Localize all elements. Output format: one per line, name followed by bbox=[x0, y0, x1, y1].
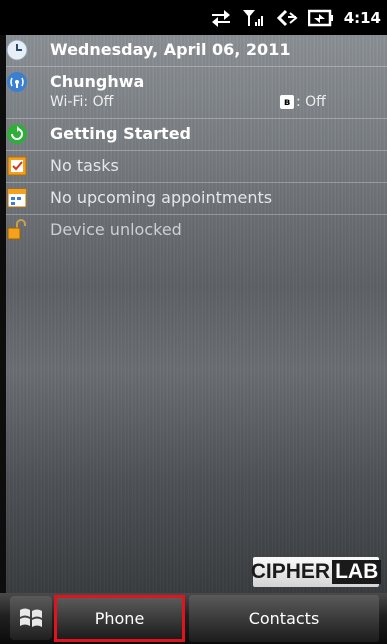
start-button[interactable] bbox=[10, 596, 52, 640]
getting-started-row[interactable]: Getting Started bbox=[6, 119, 387, 151]
signal-icon[interactable] bbox=[242, 6, 266, 30]
wireless-icon bbox=[6, 71, 28, 93]
cipherlab-logo: CIPHER LAB bbox=[250, 557, 382, 587]
lock-row[interactable]: Device unlocked bbox=[6, 215, 387, 247]
bluetooth-icon: ʙ bbox=[280, 95, 294, 109]
contacts-softkey[interactable]: Contacts bbox=[189, 595, 379, 642]
status-time[interactable]: 4:14 bbox=[344, 9, 381, 27]
soft-key-bar: Phone Contacts bbox=[0, 593, 387, 644]
bluetooth-status: ʙ : Off bbox=[280, 94, 326, 110]
clock-icon bbox=[6, 39, 28, 61]
phone-softkey[interactable]: Phone bbox=[54, 595, 185, 642]
carrier-row[interactable]: Chunghwa Wi-Fi: Off ʙ : Off bbox=[6, 67, 387, 119]
carrier-name: Chunghwa bbox=[50, 72, 145, 91]
unlocked-padlock-icon bbox=[6, 219, 28, 241]
windows-logo-icon bbox=[20, 608, 42, 627]
today-screen: Wednesday, April 06, 2011 Chunghwa Wi-Fi… bbox=[6, 35, 387, 593]
logo-part1: CIPHER bbox=[250, 560, 331, 583]
bluetooth-status-text: : Off bbox=[296, 94, 326, 110]
tasks-row[interactable]: No tasks bbox=[6, 151, 387, 183]
appointments-row[interactable]: No upcoming appointments bbox=[6, 183, 387, 215]
appointments-label: No upcoming appointments bbox=[50, 188, 273, 207]
calendar-icon bbox=[6, 187, 28, 209]
tasks-icon bbox=[6, 155, 28, 177]
tasks-label: No tasks bbox=[50, 156, 119, 175]
getting-started-icon bbox=[6, 123, 28, 145]
lock-label: Device unlocked bbox=[50, 220, 182, 239]
logo-part2: LAB bbox=[332, 560, 382, 584]
status-bar: 4:14 bbox=[0, 0, 387, 35]
date-row[interactable]: Wednesday, April 06, 2011 bbox=[6, 35, 387, 67]
phone-softkey-label: Phone bbox=[94, 609, 145, 628]
volume-icon[interactable] bbox=[276, 6, 298, 30]
data-transfer-icon[interactable] bbox=[210, 6, 232, 30]
battery-charging-icon[interactable] bbox=[307, 6, 334, 30]
wifi-status: Wi-Fi: Off bbox=[50, 94, 114, 110]
getting-started-label: Getting Started bbox=[50, 124, 191, 143]
contacts-softkey-label: Contacts bbox=[248, 609, 320, 628]
date-label: Wednesday, April 06, 2011 bbox=[50, 40, 291, 59]
